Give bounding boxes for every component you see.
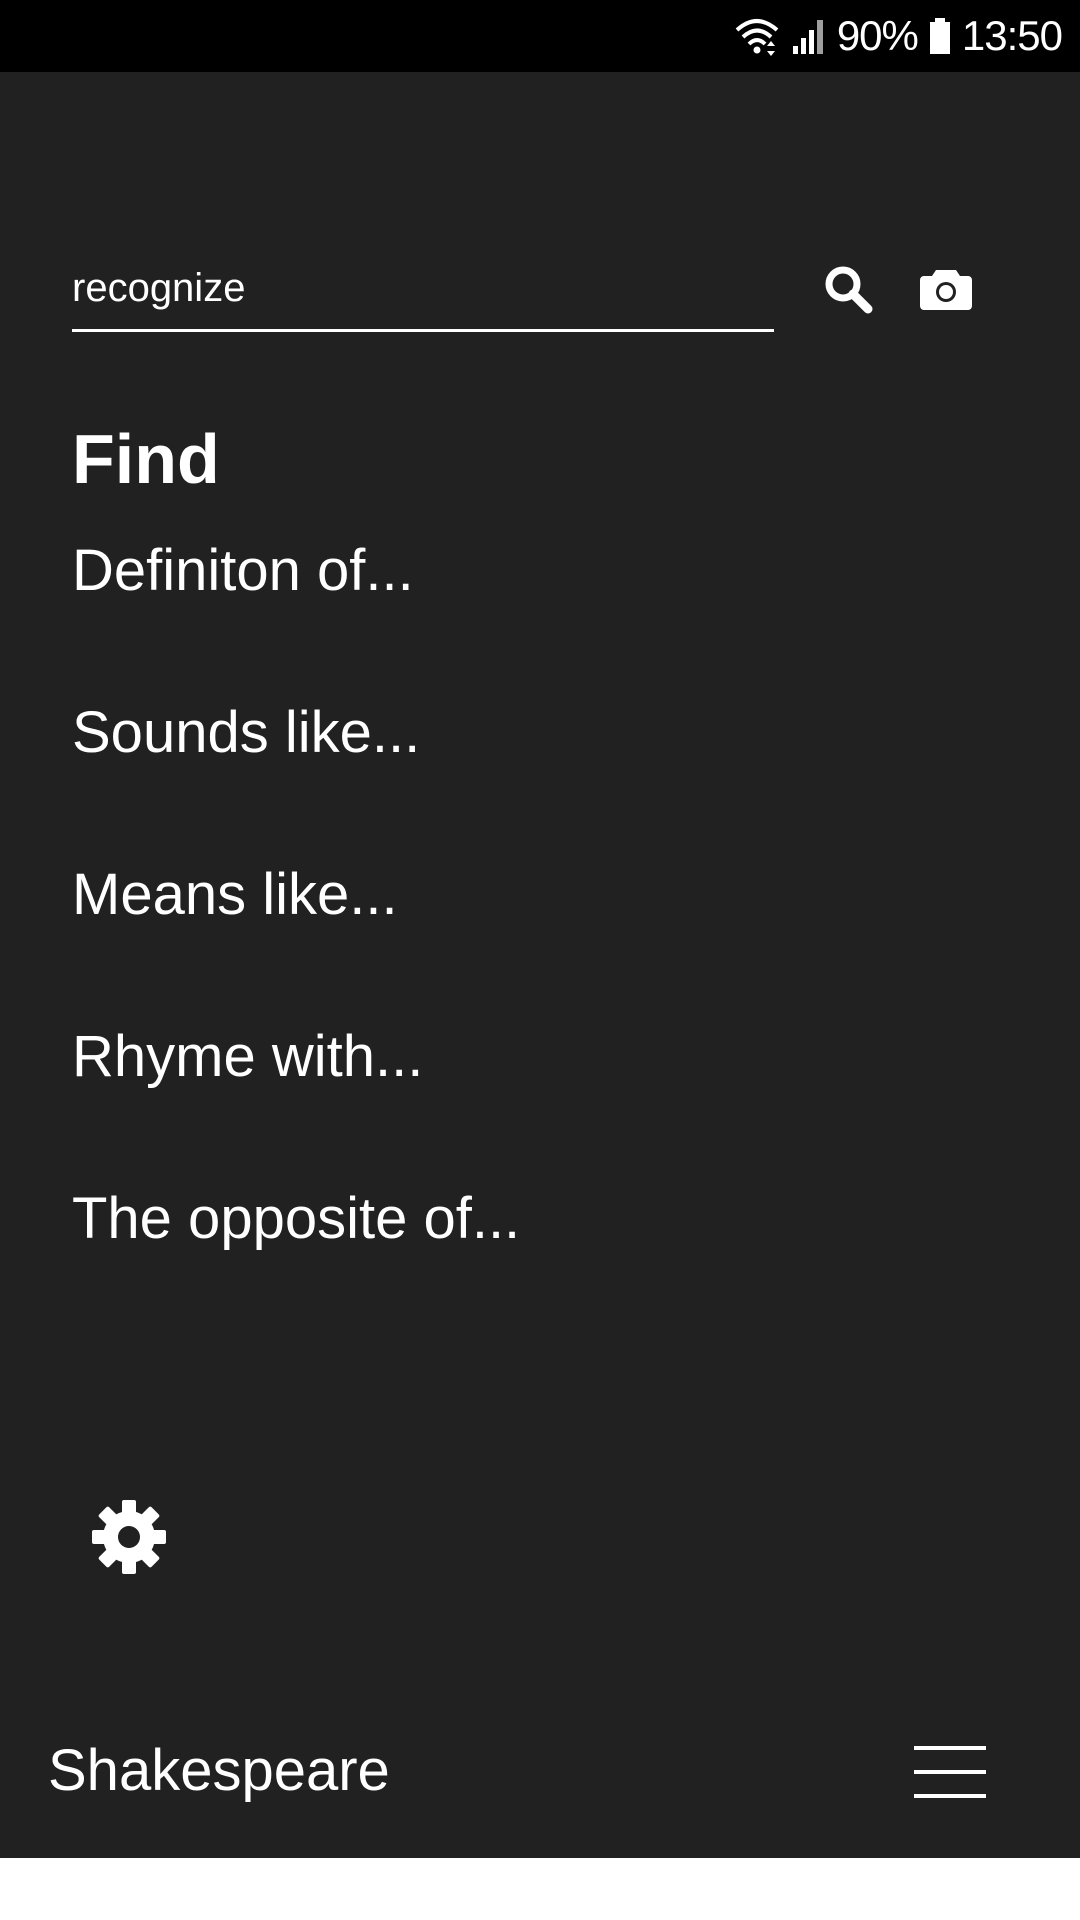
menu-line [914,1794,986,1798]
menu-line [914,1770,986,1774]
menu-button[interactable] [910,1736,990,1808]
camera-icon [920,266,972,317]
search-icon [822,263,874,320]
search-button[interactable] [816,259,880,323]
find-option-definition[interactable]: Definiton of... [72,542,520,704]
battery-percent: 90% [836,12,919,59]
find-option-rhyme-with[interactable]: Rhyme with... [72,1028,520,1190]
find-options-list: Definiton of... Sounds like... Means lik… [72,542,520,1352]
signal-icon [791,16,827,56]
find-option-sounds-like[interactable]: Sounds like... [72,704,520,866]
camera-button[interactable] [914,259,978,323]
app-title: Shakespeare [48,1738,390,1803]
clock: 13:50 [961,12,1063,59]
wifi-icon [733,16,781,56]
find-heading: Find [72,420,220,498]
find-option-opposite-of[interactable]: The opposite of... [72,1190,520,1352]
menu-line [914,1746,986,1750]
battery-icon [928,16,952,56]
status-bar: 90% 13:50 [0,0,1080,72]
screen: 90% 13:50 recognize Find Definiton of...… [0,0,1080,1920]
search-row [72,247,972,347]
gear-icon [91,1499,167,1580]
search-input[interactable] [72,247,774,332]
settings-button[interactable] [88,1498,170,1580]
find-option-means-like[interactable]: Means like... [72,866,520,1028]
app-content: Find Definiton of... Sounds like... Mean… [0,72,1080,1858]
status-icons: 90% 13:50 [733,0,1063,72]
